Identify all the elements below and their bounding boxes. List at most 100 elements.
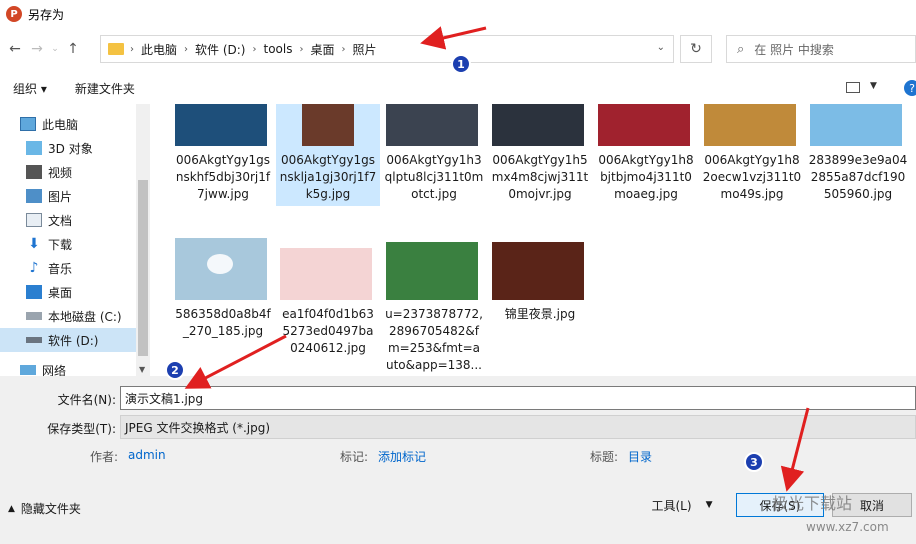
sidebar-item-local-disk-c[interactable]: 本地磁盘 (C:)	[0, 304, 136, 328]
file-item[interactable]: 006AkgtYgy1h8 bjtbjmo4j311t0 moaeg.jpg	[594, 104, 698, 206]
address-bar[interactable]: › 此电脑 › 软件 (D:) › tools › 桌面 › 照片 ⌄	[100, 35, 674, 63]
file-item[interactable]: 锦里夜景.jpg	[488, 238, 592, 328]
download-icon: ⬇	[28, 236, 40, 252]
sidebar-item-label: 软件 (D:)	[48, 333, 99, 348]
title-value[interactable]: 目录	[628, 448, 652, 465]
sidebar-item-pictures[interactable]: 图片	[0, 184, 136, 208]
file-name: 006AkgtYgy1h5 mx4m8cjwj311t 0mojvr.jpg	[491, 153, 589, 201]
search-input[interactable]: ⌕ 在 照片 中搜索	[726, 35, 916, 63]
annotation-badge-2: 2	[165, 360, 185, 380]
tools-button[interactable]: 工具(L) ▼	[640, 493, 724, 517]
file-item[interactable]: 006AkgtYgy1h8 2oecw1vzj311t0 mo49s.jpg	[700, 104, 804, 206]
picture-icon	[26, 189, 42, 203]
file-item[interactable]: 006AkgtYgy1h5 mx4m8cjwj311t 0mojvr.jpg	[488, 104, 592, 206]
chevron-right-icon[interactable]: ›	[299, 44, 303, 55]
watermark-logo: 极光下载站	[772, 494, 853, 513]
breadcrumb-this-pc[interactable]: 此电脑	[141, 41, 177, 58]
file-thumbnail	[704, 104, 796, 146]
sidebar-item-downloads[interactable]: ⬇ 下载	[0, 232, 136, 256]
breadcrumb-tools[interactable]: tools	[263, 42, 292, 56]
save-form: 文件名(N): 演示文稿1.jpg 保存类型(T): JPEG 文件交换格式 (…	[0, 376, 916, 544]
file-thumbnail	[492, 104, 584, 146]
chevron-right-icon[interactable]: ›	[341, 44, 345, 55]
up-arrow-icon[interactable]: ↑	[62, 37, 84, 61]
sidebar-item-label: 图片	[48, 189, 73, 204]
breadcrumb-photos[interactable]: 照片	[352, 41, 376, 58]
tags-value[interactable]: 添加标记	[378, 448, 426, 465]
drive-icon	[26, 312, 42, 320]
breadcrumb-desktop[interactable]: 桌面	[310, 41, 334, 58]
sidebar-item-label: 3D 对象	[48, 141, 93, 156]
back-arrow-icon[interactable]: ←	[4, 37, 26, 61]
forward-arrow-icon[interactable]: →	[26, 37, 48, 61]
file-item[interactable]: u=2373878772, 2896705482&f m=253&fmt=a uto&…	[382, 238, 486, 376]
filename-field[interactable]: 演示文稿1.jpg	[120, 386, 916, 410]
view-options-icon[interactable]	[846, 82, 860, 93]
breadcrumb-drive-d[interactable]: 软件 (D:)	[195, 41, 245, 58]
chevron-down-icon[interactable]: ⌄	[657, 42, 665, 53]
sidebar-item-network[interactable]: 网络	[0, 358, 136, 376]
file-name: 006AkgtYgy1h8 bjtbjmo4j311t0 moaeg.jpg	[598, 153, 694, 201]
navigation-pane: 此电脑 3D 对象 视频 图片 文档 ⬇ 下载 ♪ 音乐 桌面 本地磁盘 (C:…	[0, 104, 150, 376]
sidebar-item-desktop[interactable]: 桌面	[0, 280, 136, 304]
sidebar-item-documents[interactable]: 文档	[0, 208, 136, 232]
annotation-badge-3: 3	[744, 452, 764, 472]
file-name: u=2373878772, 2896705482&f m=253&fmt=a uto&…	[385, 307, 483, 372]
author-value[interactable]: admin	[128, 448, 166, 462]
sidebar-item-label: 本地磁盘 (C:)	[48, 309, 122, 324]
file-name: 283899e3e9a04 2855a87dcf190 505960.jpg	[808, 153, 908, 201]
sidebar-item-label: 音乐	[48, 261, 73, 276]
file-thumbnail	[492, 242, 584, 300]
refresh-icon[interactable]: ↻	[680, 35, 712, 63]
file-name: 586358d0a8b4f _270_185.jpg	[175, 307, 271, 338]
file-item[interactable]: 006AkgtYgy1gs nsklja1gj30rj1f7 k5g.jpg	[276, 104, 380, 206]
file-thumbnail	[598, 104, 690, 146]
sidebar-item-this-pc[interactable]: 此电脑	[0, 112, 136, 136]
sidebar-item-music[interactable]: ♪ 音乐	[0, 256, 136, 280]
file-item[interactable]: ea1f04f0d1b63 5273ed0497ba 0240612.jpg	[276, 238, 380, 368]
file-list: 006AkgtYgy1gs nskhf5dbj30rj1f 7jww.jpg 006…	[150, 104, 916, 376]
sidebar-item-videos[interactable]: 视频	[0, 160, 136, 184]
desktop-icon	[26, 285, 42, 299]
filetype-select[interactable]: JPEG 文件交换格式 (*.jpg)	[120, 415, 916, 439]
scrollbar-thumb[interactable]	[138, 180, 148, 356]
file-name: 006AkgtYgy1h8 2oecw1vzj311t0 mo49s.jpg	[702, 153, 802, 201]
sidebar-scrollbar[interactable]: ▼	[136, 104, 150, 376]
music-icon: ♪	[29, 260, 39, 276]
file-thumbnail	[302, 104, 354, 146]
file-item[interactable]: 006AkgtYgy1gs nskhf5dbj30rj1f 7jww.jpg	[171, 104, 275, 206]
filename-label: 文件名(N):	[57, 393, 116, 407]
chevron-down-icon[interactable]: ▼	[139, 365, 145, 374]
watermark-url: www.xz7.com	[806, 520, 889, 534]
sidebar-item-label: 下载	[48, 237, 73, 252]
organize-button[interactable]: 组织 ▾	[13, 80, 47, 97]
window-title: 另存为	[28, 7, 65, 22]
tags-label: 标记:	[340, 450, 369, 464]
recent-dropdown-icon[interactable]: ⌄	[48, 37, 62, 61]
chevron-right-icon[interactable]: ›	[252, 44, 256, 55]
title-label: 标题:	[590, 450, 619, 464]
file-name: 锦里夜景.jpg	[504, 307, 576, 321]
sidebar-item-drive-d[interactable]: 软件 (D:)	[0, 328, 136, 352]
chevron-down-icon[interactable]: ▼	[870, 81, 877, 91]
file-thumbnail	[175, 238, 267, 300]
chevron-right-icon[interactable]: ›	[184, 44, 188, 55]
file-name: 006AkgtYgy1h3 qlptu8lcj311t0m otct.jpg	[384, 153, 484, 201]
search-icon: ⌕	[737, 41, 745, 57]
sidebar-item-label: 桌面	[48, 285, 73, 300]
hide-folders-toggle[interactable]: ▲ 隐藏文件夹	[8, 500, 81, 517]
new-folder-button[interactable]: 新建文件夹	[75, 80, 135, 97]
help-icon[interactable]: ?	[904, 80, 916, 96]
sidebar-item-label: 网络	[42, 363, 67, 377]
annotation-badge-1: 1	[451, 54, 471, 74]
file-thumbnail	[810, 104, 902, 146]
file-item[interactable]: 006AkgtYgy1h3 qlptu8lcj311t0m otct.jpg	[382, 104, 486, 206]
file-name: 006AkgtYgy1gs nskhf5dbj30rj1f 7jww.jpg	[175, 153, 271, 201]
folder-icon	[108, 43, 124, 55]
chevron-up-icon: ▲	[8, 503, 15, 514]
sidebar-item-3d-objects[interactable]: 3D 对象	[0, 136, 136, 160]
file-item[interactable]: 283899e3e9a04 2855a87dcf190 505960.jpg	[806, 104, 910, 206]
chevron-right-icon[interactable]: ›	[130, 44, 134, 55]
file-item[interactable]: 586358d0a8b4f _270_185.jpg	[171, 238, 275, 348]
sidebar-item-label: 此电脑	[42, 117, 79, 132]
